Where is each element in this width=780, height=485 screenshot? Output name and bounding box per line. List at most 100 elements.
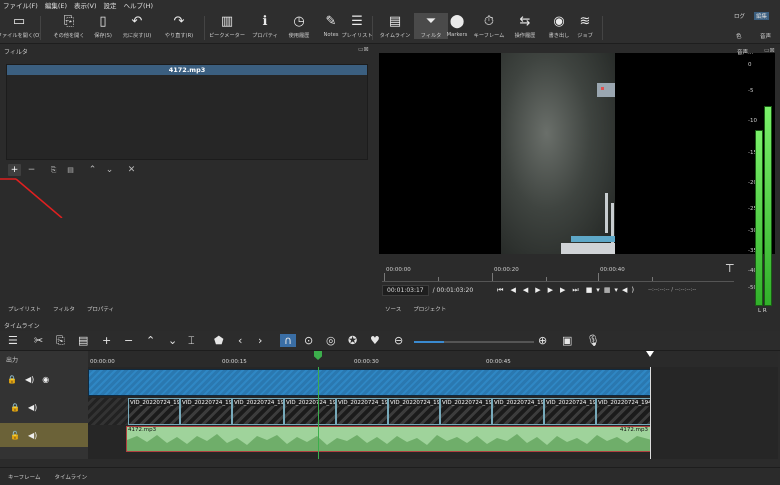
timeline-ruler[interactable]: 00:00:00 00:00:15 00:00:30 00:00:45: [88, 351, 778, 367]
toolbar-button[interactable]: ▥ ピークメーター: [209, 13, 245, 39]
panel-float-icon[interactable]: ▭⊠: [358, 46, 369, 53]
video-clip[interactable]: VID_20220724_194...: [388, 398, 440, 425]
left-tab[interactable]: フィルタ: [53, 305, 75, 313]
video-clip[interactable]: VID_20220724_194401: [336, 398, 388, 425]
video-clip[interactable]: VID_20220724_194359: [232, 398, 284, 425]
video-clip-label: VID_20220724_19441: [598, 400, 650, 406]
toolbar-button[interactable]: ↷ やり直す(R): [162, 13, 196, 39]
split-icon[interactable]: ⌶: [188, 334, 195, 348]
menu-item[interactable]: ファイル(F): [3, 0, 38, 10]
unlock-icon[interactable]: 🔓: [10, 431, 20, 440]
eye-icon[interactable]: ◉: [42, 375, 49, 384]
filter-list[interactable]: 4172.mp3: [6, 64, 368, 160]
transport-buttons[interactable]: ⏮◀◀▶▶▶⏭: [497, 286, 586, 295]
copy-icon[interactable]: ⎘: [56, 334, 65, 348]
ruler-label: 00:00:40: [600, 267, 625, 273]
ripple-icon[interactable]: ◎: [326, 334, 336, 347]
menu-icon[interactable]: ☰: [8, 334, 18, 347]
video-clip[interactable]: VID_20220724_194409: [440, 398, 492, 425]
player-playhead-icon[interactable]: ⊤: [725, 262, 735, 275]
toolbar-button[interactable]: ▯ 保存(S): [86, 13, 120, 39]
bottom-tab[interactable]: タイムライン: [55, 473, 88, 481]
toolbar-button[interactable]: ☰ プレイリスト: [340, 13, 374, 39]
toolbar-button[interactable]: ≋ ジョブ: [568, 13, 602, 39]
paste-filter-button[interactable]: ▤: [64, 164, 77, 176]
filter-list-item[interactable]: 4172.mp3: [7, 65, 367, 75]
menu-bar: ファイル(F) 編集(E) 表示(V) 設定 ヘルプ(H): [0, 0, 780, 10]
menu-item[interactable]: 設定: [104, 0, 117, 10]
remove-filter-button[interactable]: −: [25, 164, 38, 176]
player-ruler[interactable]: 00:00:00 00:00:20 00:00:40 ⊤: [382, 262, 735, 282]
video-clip[interactable]: VID_20220724_194412: [492, 398, 544, 425]
lift-icon[interactable]: ⌃: [146, 334, 155, 347]
mute-icon[interactable]: ◀): [25, 375, 34, 384]
mute-icon[interactable]: ◀): [28, 431, 37, 440]
marker-icon[interactable]: ⬟: [214, 334, 224, 347]
player-tab[interactable]: ソース: [385, 305, 401, 313]
track-header-v2[interactable]: 🔒 ◀) ◉: [0, 369, 88, 389]
menu-item[interactable]: 編集(E): [45, 0, 67, 10]
mute-icon[interactable]: ◀): [28, 403, 37, 412]
meter-scale-label: 0: [748, 62, 752, 68]
video-clip[interactable]: VID_20220724_19441: [596, 398, 651, 425]
lock-icon[interactable]: 🔒: [10, 403, 20, 412]
paste-icon[interactable]: ▤: [78, 334, 88, 347]
video-clip[interactable]: VID_20220724_194414: [544, 398, 596, 425]
menu-item[interactable]: ヘルプ(H): [124, 0, 153, 10]
ripple-markers-icon[interactable]: ♥: [370, 334, 380, 347]
left-tab[interactable]: プレイリスト: [8, 305, 41, 313]
player-tab[interactable]: プロジェクト: [413, 305, 446, 313]
layout-button[interactable]: 色: [736, 32, 742, 40]
layout-button[interactable]: 音声: [760, 32, 771, 40]
cut-icon[interactable]: ✂: [34, 334, 43, 347]
copy-filter-button[interactable]: ⎘: [47, 164, 60, 176]
track-header-a1[interactable]: 🔓 ◀): [0, 423, 88, 447]
snap-icon[interactable]: ∩: [280, 334, 296, 347]
zoom-slider[interactable]: [414, 341, 534, 343]
video-frame-details: [561, 83, 615, 254]
toolbar-button[interactable]: ⏱ キーフレーム: [472, 13, 506, 39]
video-clip[interactable]: VID_20220724_194...: [284, 398, 336, 425]
toolbar-button[interactable]: ↶ 元に戻す(U): [120, 13, 154, 39]
playhead-marker[interactable]: [314, 351, 322, 360]
lock-icon[interactable]: 🔒: [7, 375, 17, 384]
toolbar-button[interactable]: ▤ タイムライン: [378, 13, 412, 39]
move-up-button[interactable]: ⌃: [86, 164, 99, 176]
ripple-all-icon[interactable]: ✪: [348, 334, 357, 347]
position-timecode[interactable]: 00:01:03:17: [382, 284, 429, 296]
add-filter-button[interactable]: +: [8, 164, 21, 176]
prev-marker-icon[interactable]: ‹: [238, 334, 242, 347]
overwrite-icon[interactable]: ⌄: [168, 334, 177, 347]
toolbar-button[interactable]: ◷ 使用履歴: [282, 13, 316, 39]
next-marker-icon[interactable]: ›: [258, 334, 262, 347]
empty-gap: [88, 398, 128, 425]
zoom-in-icon[interactable]: ⊕: [538, 334, 547, 347]
toolbar-button[interactable]: ⬤ Markers: [440, 13, 474, 38]
record-audio-icon[interactable]: 🎙: [586, 334, 600, 347]
toolbar-button[interactable]: ℹ プロパティ: [248, 13, 282, 39]
bottom-tab[interactable]: キーフレーム: [8, 473, 41, 481]
meter-scale-label: -5: [748, 88, 754, 94]
deselect-filter-button[interactable]: ✕: [125, 164, 138, 176]
layout-button[interactable]: 編集: [754, 12, 770, 20]
remove-icon[interactable]: −: [124, 334, 133, 347]
zoom-out-icon[interactable]: ⊖: [394, 334, 403, 347]
menu-item[interactable]: 表示(V): [74, 0, 97, 10]
layout-button[interactable]: ログ: [734, 12, 745, 20]
toolbar-button[interactable]: ▭ ファイルを開く(O): [0, 13, 41, 39]
append-icon[interactable]: +: [102, 334, 111, 347]
zoom-fit-icon[interactable]: ▣: [562, 334, 572, 347]
audio-clip[interactable]: 4172.mp3 4172.mp3: [126, 426, 651, 452]
meter-float-icon[interactable]: ▭⊠: [764, 47, 775, 54]
video-clip-v2[interactable]: [88, 369, 651, 396]
scrub-icon[interactable]: ⊙: [304, 334, 313, 347]
player-extra-icons[interactable]: ■▾▦▾◀): [586, 286, 638, 294]
track-header-v1[interactable]: 🔒 ◀): [0, 396, 88, 418]
video-clip[interactable]: VID_20220724_1943...: [180, 398, 232, 425]
timeline-tracks[interactable]: 00:00:00 00:00:15 00:00:30 00:00:45 VID_…: [88, 351, 778, 459]
toolbar-button[interactable]: ⎘ その他を開く: [52, 13, 86, 39]
toolbar-button[interactable]: ⇆ 操作履歴: [508, 13, 542, 39]
move-down-button[interactable]: ⌄: [103, 164, 116, 176]
video-clip[interactable]: VID_20220724_194358: [128, 398, 180, 425]
left-tab[interactable]: プロパティ: [87, 305, 114, 313]
